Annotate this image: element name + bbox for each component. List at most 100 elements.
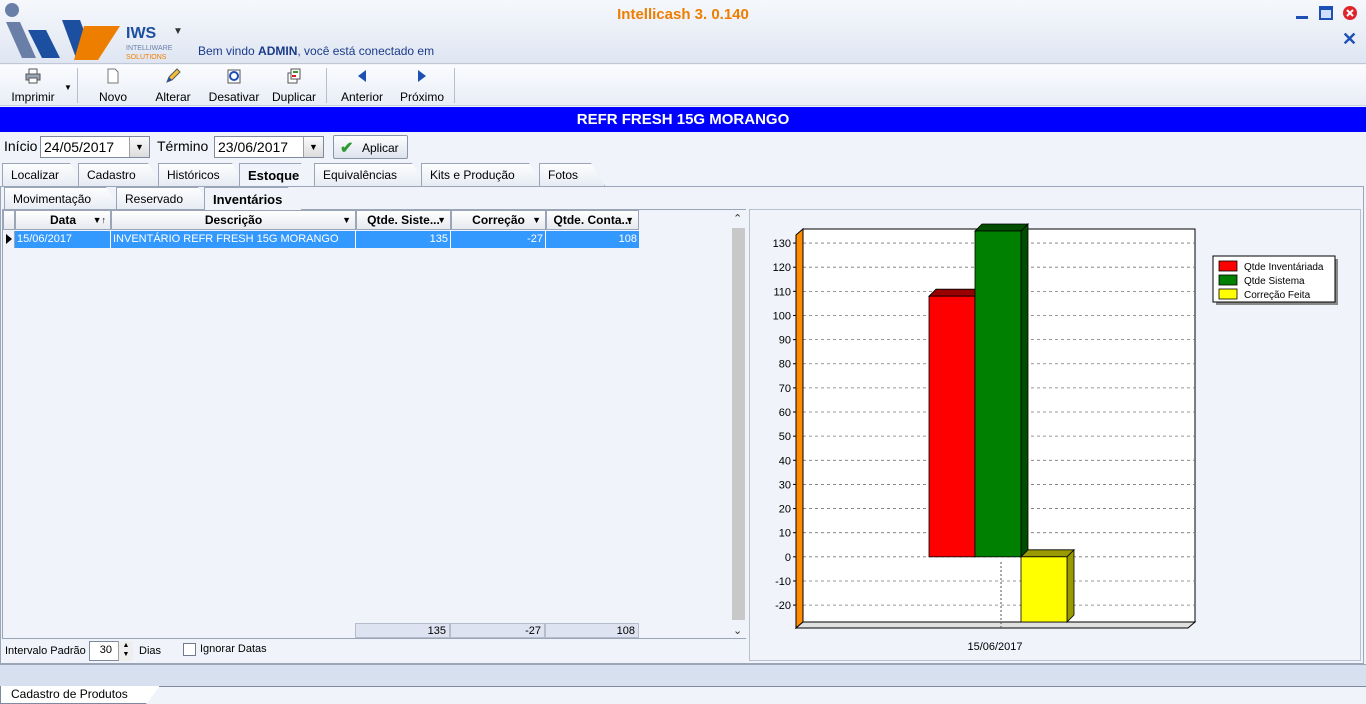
column-date-label: Data: [49, 213, 76, 227]
bar-top: [974, 223, 1029, 232]
close-app-icon[interactable]: [1342, 5, 1358, 21]
total-system-qty: 135: [355, 623, 450, 638]
edit-label: Alterar: [155, 90, 191, 104]
welcome-suffix: , você está conectado em: [297, 44, 435, 58]
column-header-system-qty[interactable]: Qtde. Siste... ▼: [356, 210, 451, 230]
filter-dropdown-icon[interactable]: ▼: [342, 211, 351, 229]
logo-dropdown-icon[interactable]: ▼: [173, 26, 183, 37]
legend-swatch: [1218, 274, 1238, 286]
stepper-down-icon[interactable]: ▼: [123, 651, 130, 658]
bar-top: [1020, 549, 1075, 558]
chevron-down-icon[interactable]: ▼: [129, 137, 149, 157]
chart-legend: Qtde Inventáriada Qtde Sistema Correção Fe…: [1212, 255, 1338, 305]
edit-button[interactable]: Alterar: [150, 65, 196, 106]
legend-swatch: [1218, 288, 1238, 300]
y-tick-label: 90: [779, 335, 791, 347]
chart-svg: -20 -10 0 10 20 30 40 50 60 70 80 90 100 110 120 130 15…: [773, 223, 1338, 653]
apply-label: Aplicar: [362, 141, 399, 155]
next-button[interactable]: Próximo: [396, 65, 448, 106]
brand-sub1: INTELLIWARE: [126, 45, 173, 52]
stepper-up-icon[interactable]: ▲: [123, 642, 130, 649]
chevron-down-icon[interactable]: ▼: [303, 137, 323, 157]
row-indicator-header: [3, 210, 15, 230]
tab-movimentacao[interactable]: Movimentação: [4, 187, 120, 210]
new-button[interactable]: Novo: [90, 65, 136, 106]
column-correction-label: Correção: [472, 213, 525, 227]
y-tick-label: 130: [773, 238, 791, 250]
column-header-description[interactable]: Descrição ▼: [111, 210, 356, 230]
tab-cadastro[interactable]: Cadastro: [78, 163, 162, 186]
printer-icon: [25, 68, 41, 84]
deactivate-button[interactable]: Desativar: [205, 65, 263, 106]
previous-button[interactable]: Anterior: [336, 65, 388, 106]
y-tick-label: 40: [779, 455, 791, 467]
tab-localizar[interactable]: Localizar: [2, 163, 84, 186]
deactivate-icon: [227, 69, 241, 84]
duplicate-button[interactable]: Duplicar: [268, 65, 320, 106]
y-tick-label: 10: [779, 528, 791, 540]
y-tick-label: -20: [775, 600, 791, 612]
bar-top: [928, 288, 983, 297]
welcome-message: Bem vindo ADMIN, você está conectado em: [198, 44, 434, 58]
tab-historicos[interactable]: Históricos: [158, 163, 246, 186]
minimize-icon[interactable]: [1294, 5, 1310, 21]
bar-side: [1066, 548, 1075, 623]
y-tick-label: 20: [779, 504, 791, 516]
bottom-strip: [0, 664, 1366, 686]
ignore-dates-label: Ignorar Datas: [200, 643, 267, 655]
end-date-label: Término: [157, 138, 209, 154]
start-date-field[interactable]: 24/05/2017 ▼: [40, 136, 150, 158]
title-bar: IWS INTELLIWARE SOLUTIONS ▼ Intellicash …: [0, 0, 1366, 64]
cell-system-qty: 135: [356, 231, 451, 248]
maximize-icon[interactable]: [1318, 5, 1334, 21]
ignore-dates-checkbox[interactable]: [183, 643, 196, 656]
tab-equivalencias[interactable]: Equivalências: [314, 163, 426, 186]
interval-stepper[interactable]: ▲ ▼: [118, 641, 133, 661]
pencil-icon: [166, 68, 181, 83]
apply-button[interactable]: ✔ Aplicar: [333, 135, 408, 159]
y-tick-label: 50: [779, 431, 791, 443]
end-date-field[interactable]: 23/06/2017 ▼: [214, 136, 324, 158]
bottom-divider: [0, 686, 1366, 687]
tab-estoque[interactable]: Estoque: [239, 163, 315, 186]
sort-icon[interactable]: ▼↑: [93, 211, 106, 229]
vertical-scrollbar[interactable]: ⌃ ⌄: [729, 210, 747, 638]
scroll-down-icon[interactable]: ⌄: [733, 624, 742, 637]
inventory-grid: Data ▼↑ Descrição ▼ Qtde. Siste... ▼ Correç…: [2, 209, 747, 639]
cell-description: INVENTÁRIO REFR FRESH 15G MORANGO: [111, 231, 356, 248]
tab-reservado[interactable]: Reservado: [116, 187, 212, 210]
filter-dropdown-icon[interactable]: ▼: [625, 211, 634, 229]
cell-date: 15/06/2017: [15, 231, 111, 248]
duplicate-icon: [287, 68, 301, 84]
print-dropdown-icon[interactable]: ▼: [64, 83, 72, 92]
column-header-correction[interactable]: Correção ▼: [451, 210, 546, 230]
chart-floor: [794, 621, 1197, 629]
bar-2: [1020, 556, 1068, 623]
arrow-right-icon: [418, 70, 426, 82]
checkmark-icon: ✔: [340, 140, 354, 157]
cell-correction: -27: [451, 231, 546, 248]
cell-counted-qty: 108: [618, 233, 637, 245]
window-tab-cadastro-produtos[interactable]: Cadastro de Produtos: [0, 686, 160, 704]
tab-kits-producao[interactable]: Kits e Produção: [421, 163, 543, 186]
scroll-up-icon[interactable]: ⌃: [733, 212, 742, 225]
y-axis-wall: [795, 227, 804, 630]
scrollbar-thumb[interactable]: [732, 228, 745, 620]
duplicate-label: Duplicar: [271, 90, 316, 104]
tab-inventarios[interactable]: Inventários: [204, 187, 302, 210]
column-header-counted-qty[interactable]: Qtde. Conta... ▼: [546, 210, 639, 230]
welcome-prefix: Bem vindo: [198, 44, 259, 58]
bar-1: [974, 230, 1022, 558]
print-button[interactable]: Imprimir: [4, 65, 62, 106]
bar-side: [1020, 223, 1029, 558]
deactivate-label: Desativar: [208, 90, 260, 104]
column-header-date[interactable]: Data ▼↑: [15, 210, 111, 230]
table-row[interactable]: 15/06/2017 INVENTÁRIO REFR FRESH 15G MOR…: [15, 231, 639, 248]
welcome-user: ADMIN: [258, 44, 298, 58]
tab-fotos[interactable]: Fotos: [539, 163, 605, 186]
print-label: Imprimir: [11, 90, 55, 104]
column-description-label: Descrição: [204, 213, 263, 227]
filter-dropdown-icon[interactable]: ▼: [532, 211, 541, 229]
close-window-icon[interactable]: ✕: [1342, 30, 1357, 48]
filter-dropdown-icon[interactable]: ▼: [437, 211, 446, 229]
